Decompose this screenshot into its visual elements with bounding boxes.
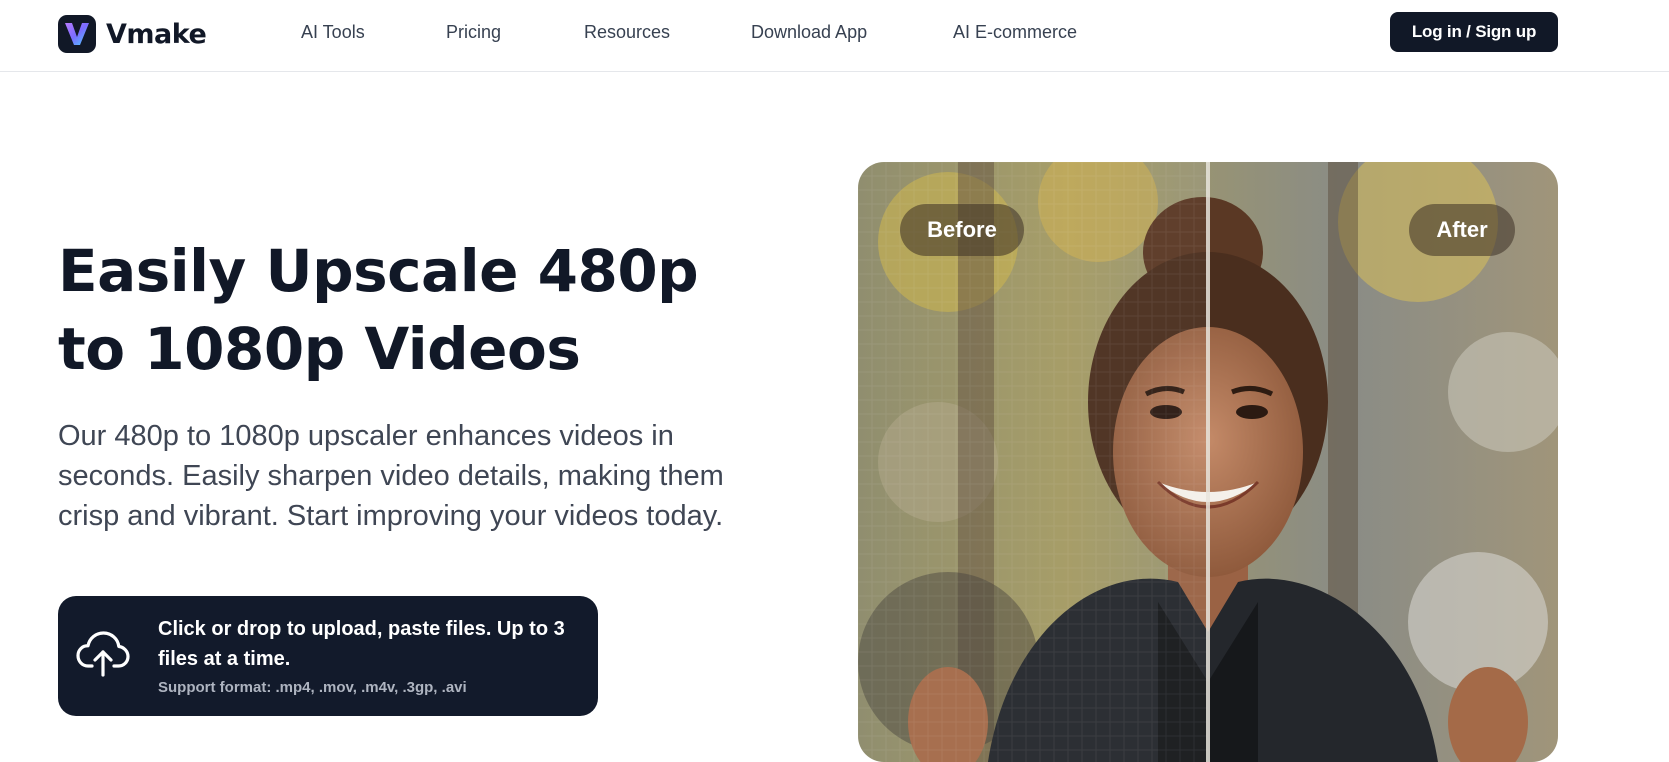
nav-item-resources[interactable]: Resources [584, 20, 670, 44]
comparison-divider [1206, 162, 1210, 762]
nav-item-download-app[interactable]: Download App [751, 20, 867, 44]
nav-item-ai-ecommerce[interactable]: AI E-commerce [953, 20, 1077, 44]
nav-item-ai-tools[interactable]: AI Tools [301, 20, 365, 44]
cloud-upload-icon [76, 630, 130, 678]
upload-instructions: Click or drop to upload, paste files. Up… [158, 618, 565, 670]
login-signup-button[interactable]: Log in / Sign up [1390, 12, 1558, 52]
upload-dropzone[interactable]: Click or drop to upload, paste files. Up… [58, 596, 598, 716]
before-label: Before [900, 204, 1024, 256]
supported-formats: Support format: .mp4, .mov, .m4v, .3gp, … [158, 679, 467, 696]
vmake-logo-icon [58, 15, 96, 53]
before-after-comparison[interactable]: Before After [858, 162, 1558, 762]
brand-logo[interactable]: Vmake [58, 15, 207, 53]
brand-name: Vmake [106, 18, 207, 50]
site-header: Vmake AI Tools Pricing Resources Downloa… [0, 0, 1669, 72]
after-label: After [1409, 204, 1515, 256]
hero-description: Our 480p to 1080p upscaler enhances vide… [58, 420, 724, 532]
hero-title: Easily Upscale 480p to 1080p Videos [58, 237, 699, 383]
nav-item-pricing[interactable]: Pricing [446, 20, 501, 44]
